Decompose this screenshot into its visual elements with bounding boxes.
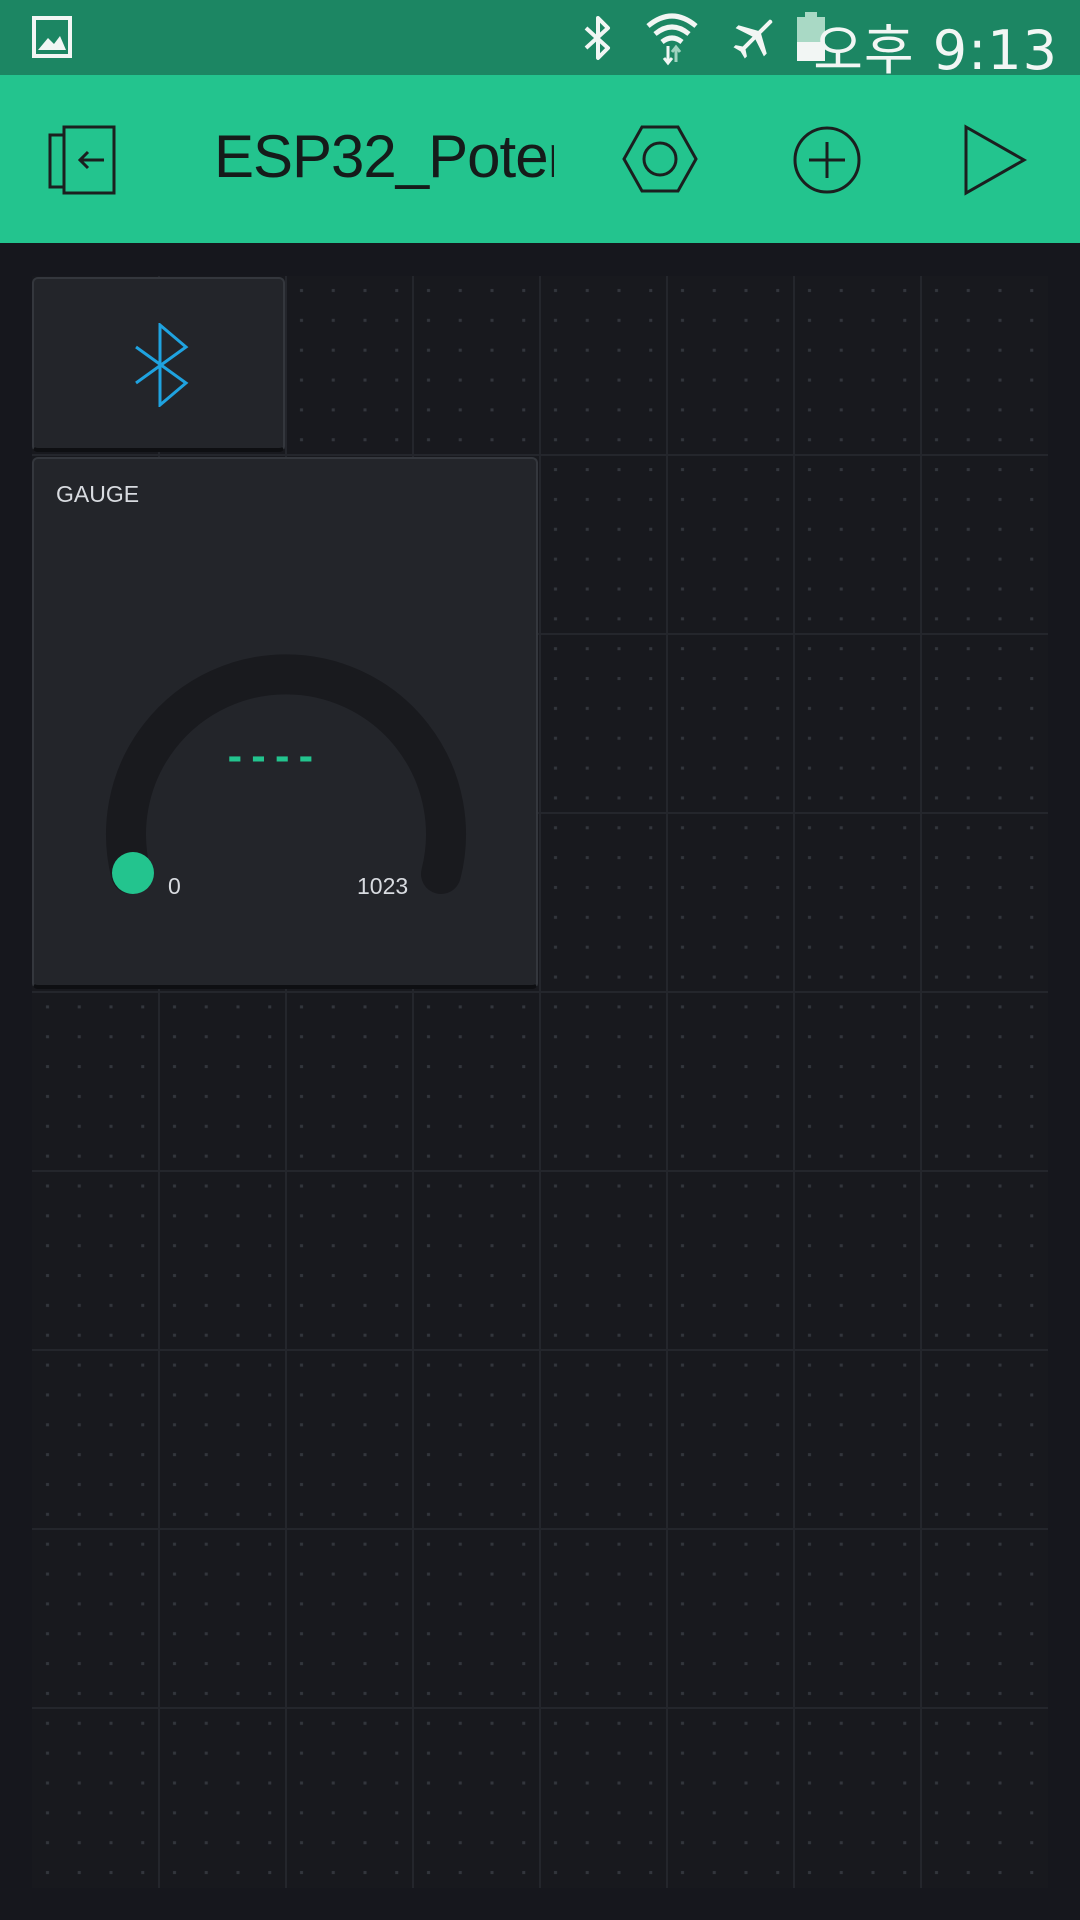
gauge-value: ----: [224, 737, 319, 778]
gauge-indicator-dot: [112, 852, 154, 894]
project-title: ESP32_Potentiometer: [214, 123, 554, 190]
app-bar: ESP32_Potentiometer: [0, 75, 1080, 243]
bluetooth-widget[interactable]: [32, 277, 285, 452]
status-time: 오후 9:13: [813, 19, 1058, 82]
gauge-max: 1023: [357, 873, 409, 899]
settings-hexagon-icon[interactable]: [622, 125, 698, 197]
gauge-dial: [106, 654, 466, 894]
exit-icon[interactable]: [46, 125, 122, 199]
gauge-min: 0: [168, 873, 181, 899]
status-bar: 오후 9:13: [0, 0, 1080, 82]
bluetooth-icon: [132, 321, 192, 411]
airplane-mode-icon: [728, 12, 780, 68]
bluetooth-icon: [580, 14, 616, 66]
wifi-icon: [644, 10, 700, 70]
gauge-widget[interactable]: GAUGE ---- 0 1023: [32, 457, 538, 989]
gallery-icon: [32, 16, 72, 62]
play-icon[interactable]: [962, 123, 1028, 201]
add-widget-icon[interactable]: [792, 125, 862, 199]
